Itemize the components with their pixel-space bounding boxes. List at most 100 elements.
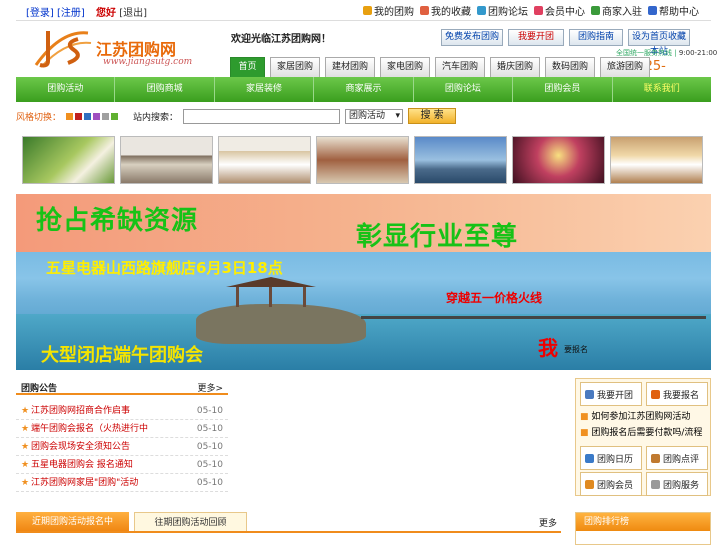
- list-item[interactable]: ★ 团购会现场安全须知公告 05-10: [16, 438, 228, 456]
- key-icon: [363, 6, 372, 15]
- top-link-1[interactable]: 我的收藏: [420, 3, 471, 18]
- swatch-blue[interactable]: [84, 112, 92, 120]
- photo-bedroom[interactable]: [610, 136, 703, 184]
- greeting: 您好: [96, 8, 116, 19]
- calendar-icon: [585, 453, 594, 463]
- open-group-button[interactable]: 我要开团: [508, 29, 564, 46]
- banner-slogan: 穿越五一价格火线: [446, 291, 543, 305]
- style-switch-label: 风格切换：: [16, 112, 62, 123]
- nav-item-0[interactable]: 团购活动: [16, 77, 116, 102]
- banner-event: 五星电器山西路旗舰店6月3日18点: [46, 259, 283, 277]
- homepage-button[interactable]: 设为首页收藏本站: [628, 29, 690, 57]
- help-icon: [648, 6, 657, 15]
- category-tabs: 首页 家居团购 建材团购 家电团购 汽车团购 婚庆团购 数码团购 旅游团购: [230, 57, 650, 77]
- activities-more-link[interactable]: 更多: [539, 516, 557, 529]
- top-link-4[interactable]: 商家入驻: [591, 3, 642, 18]
- tab-6[interactable]: 数码团购: [545, 57, 595, 77]
- user-icon: [420, 6, 429, 15]
- tab-3[interactable]: 家电团购: [380, 57, 430, 77]
- tab-home[interactable]: 首页: [230, 57, 265, 77]
- banner-signup-mark: 我: [538, 336, 558, 360]
- swatch-purple[interactable]: [93, 112, 101, 120]
- photo-bridge[interactable]: [414, 136, 507, 184]
- star-icon: ★: [21, 424, 30, 434]
- photo-sofa[interactable]: [218, 136, 311, 184]
- search-label: 站内搜索：: [133, 112, 179, 123]
- tab-members[interactable]: 团购会员: [580, 472, 642, 496]
- login-link[interactable]: [登录]: [26, 8, 54, 19]
- nav-item-5[interactable]: 团购会员: [513, 77, 613, 102]
- welcome-text: 欢迎光临江苏团购网！: [231, 34, 331, 45]
- heart-icon: [534, 6, 543, 15]
- star-icon: ★: [21, 406, 30, 416]
- tab-sign-up[interactable]: 我要报名: [646, 382, 708, 406]
- top-right-links: 我的团购 我的收藏 团购论坛 会员中心 商家入驻 帮助中心: [363, 3, 699, 18]
- tab-current-activities[interactable]: 近期团购活动报名中: [16, 512, 129, 532]
- top-link-3[interactable]: 会员中心: [534, 3, 585, 18]
- tab-7[interactable]: 旅游团购: [600, 57, 650, 77]
- photo-ballroom[interactable]: [512, 136, 605, 184]
- group-icon: [585, 389, 594, 399]
- announcement-title: 团购公告: [21, 384, 58, 394]
- nav-item-1[interactable]: 团购商城: [115, 77, 215, 102]
- announcement-header: 团购公告 更多>: [16, 378, 228, 395]
- tab-open-group[interactable]: 我要开团: [580, 382, 642, 406]
- search-button[interactable]: 搜 索: [408, 108, 457, 124]
- search-category-select[interactable]: 团购活动: [345, 108, 404, 124]
- swatch-red[interactable]: [75, 112, 83, 120]
- announcement-box: 团购公告 更多> ★ 江苏团购网招商合作启事 05-10 ★ 端午团购会报名（火热进行…: [16, 378, 228, 496]
- main-nav: 团购活动 团购商城 家居装修 商家展示 团购论坛 团购会员 联系我们: [16, 77, 711, 102]
- photo-kitchen[interactable]: [120, 136, 213, 184]
- banner-signup-text: 要报名: [564, 345, 588, 354]
- login-links: [登录] [注册] 您好 [退出]: [26, 4, 147, 19]
- photo-strip: [22, 136, 703, 184]
- logout-link[interactable]: [退出]: [119, 8, 147, 19]
- nav-item-6[interactable]: 联系我们: [613, 77, 711, 102]
- side-panel: 我要开团 我要报名 ■ 如何参加江苏团购网活动 ■ 团购报名后需要付款吗/流程 …: [575, 378, 711, 496]
- list-item[interactable]: ★ 江苏团购网家居"团购"活动 05-10: [16, 474, 228, 492]
- search-input[interactable]: [183, 108, 341, 124]
- logo-url: www.jiangsutg.com: [103, 57, 193, 67]
- tab-review[interactable]: 团购点评: [646, 446, 708, 470]
- tab-5[interactable]: 婚庆团购: [490, 57, 540, 77]
- list-item[interactable]: ★ 江苏团购网招商合作启事 05-10: [16, 402, 228, 420]
- pavilion-image: [226, 277, 316, 307]
- publish-button[interactable]: 免费发布团购: [441, 29, 503, 46]
- side-link-1[interactable]: ■ 团购报名后需要付款吗/流程: [580, 425, 702, 438]
- activity-divider: [16, 531, 561, 545]
- banner-headline-2: 彰显行业至尊: [356, 222, 519, 252]
- people-icon: [585, 479, 594, 489]
- photo-tea[interactable]: [22, 136, 115, 184]
- list-item[interactable]: ★ 五星电器团购会 报名通知 05-10: [16, 456, 228, 474]
- nav-item-2[interactable]: 家居装修: [215, 77, 315, 102]
- promo-banner[interactable]: 抢占希缺资源 彰显行业至尊 五星电器山西路旗舰店6月3日18点 穿越五一价格火线…: [16, 194, 711, 370]
- search-row: 风格切换： 站内搜索： 团购活动 搜 索: [16, 106, 711, 126]
- list-item[interactable]: ★ 端午团购会报名（火热进行中 05-10: [16, 420, 228, 438]
- header-divider: [16, 20, 711, 21]
- banner-pier: [361, 316, 706, 319]
- banner-title: 大型闭店端午团购会: [41, 345, 203, 366]
- tab-service[interactable]: 团购服务: [646, 472, 708, 496]
- color-swatches: [66, 112, 119, 120]
- nav-item-3[interactable]: 商家展示: [314, 77, 414, 102]
- side-link-0[interactable]: ■ 如何参加江苏团购网活动: [580, 409, 702, 422]
- service-icon: [651, 479, 660, 489]
- swatch-green[interactable]: [111, 112, 119, 120]
- top-link-0[interactable]: 我的团购: [363, 3, 414, 18]
- photo-dining[interactable]: [316, 136, 409, 184]
- guide-button[interactable]: 团购指南: [569, 29, 623, 46]
- swatch-orange[interactable]: [66, 112, 74, 120]
- announcement-more-link[interactable]: 更多>: [197, 381, 223, 394]
- banner-rock: [196, 304, 366, 344]
- register-link[interactable]: [注册]: [57, 8, 85, 19]
- tab-past-activities[interactable]: 往期团购活动回顾: [134, 512, 247, 532]
- tab-2[interactable]: 建材团购: [325, 57, 375, 77]
- tab-calendar[interactable]: 团购日历: [580, 446, 642, 470]
- top-link-2[interactable]: 团购论坛: [477, 3, 528, 18]
- swatch-gray[interactable]: [102, 112, 110, 120]
- tab-1[interactable]: 家居团购: [270, 57, 320, 77]
- activity-section: 近期团购活动报名中 往期团购活动回顾 更多: [16, 512, 561, 545]
- top-link-5[interactable]: 帮助中心: [648, 3, 699, 18]
- tab-4[interactable]: 汽车团购: [435, 57, 485, 77]
- nav-item-4[interactable]: 团购论坛: [414, 77, 514, 102]
